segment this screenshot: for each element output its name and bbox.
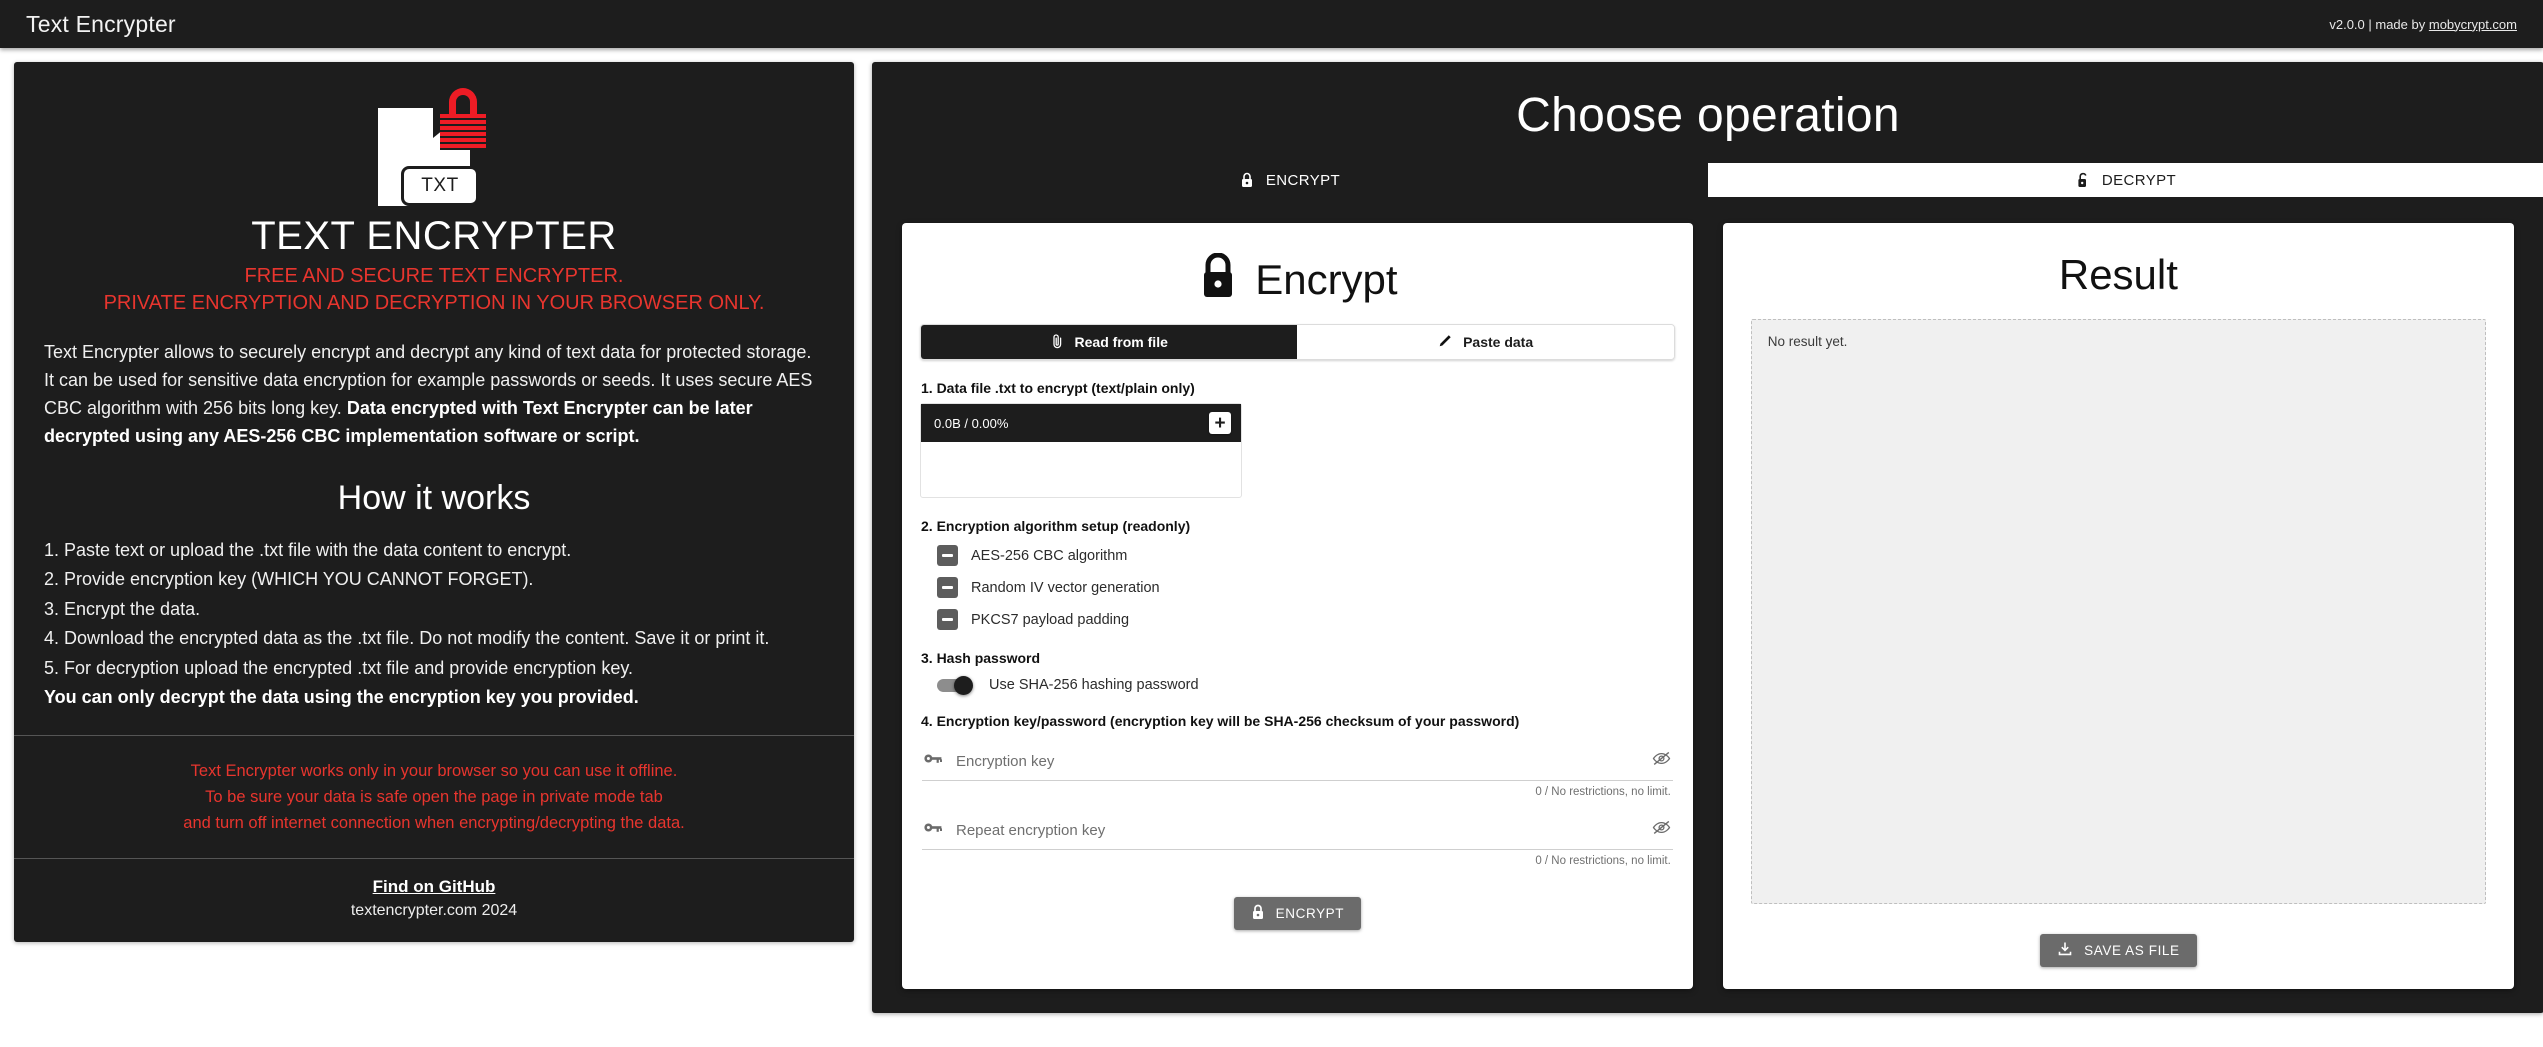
author-link[interactable]: mobycrypt.com bbox=[2429, 17, 2517, 32]
step-item: 2. Provide encryption key (WHICH YOU CAN… bbox=[44, 569, 534, 590]
operation-cards: Encrypt Read from file Paste data 1. Dat… bbox=[872, 197, 2543, 989]
txt-lock-logo-icon: TXT bbox=[378, 88, 490, 206]
encrypt-button-label: ENCRYPT bbox=[1275, 906, 1345, 921]
file-progress-text: 0.0B / 0.00% bbox=[934, 415, 1009, 431]
step3-label: 3. Hash password bbox=[921, 650, 1041, 666]
download-icon bbox=[2057, 941, 2073, 960]
choose-operation-title: Choose operation bbox=[1516, 89, 1900, 142]
encrypt-card: Encrypt Read from file Paste data 1. Dat… bbox=[902, 223, 1693, 989]
encryption-key-field[interactable]: Encryption key bbox=[922, 751, 1673, 781]
lock-icon bbox=[1251, 904, 1265, 923]
add-file-button[interactable]: + bbox=[1209, 412, 1231, 434]
step-item: 1. Paste text or upload the .txt file wi… bbox=[44, 539, 572, 560]
eye-off-icon[interactable] bbox=[1652, 820, 1671, 840]
lock-icon bbox=[1197, 252, 1239, 306]
result-card: Result No result yet. SAVE AS FILE bbox=[1722, 223, 2514, 989]
encrypt-card-header: Encrypt bbox=[920, 241, 1675, 324]
algo-option-label: Random IV vector generation bbox=[971, 579, 1160, 596]
file-drop-area[interactable] bbox=[921, 442, 1241, 497]
step1-label: 1. Data file .txt to encrypt (text/plain… bbox=[921, 380, 1195, 396]
toggle-knob bbox=[954, 675, 973, 695]
encrypt-button[interactable]: ENCRYPT bbox=[1233, 897, 1362, 930]
algo-option-row: Random IV vector generation bbox=[937, 577, 1675, 598]
data-source-tabs: Read from file Paste data bbox=[920, 324, 1675, 360]
step-item: 3. Encrypt the data. bbox=[44, 598, 201, 619]
repeat-encryption-key-field[interactable]: Repeat encryption key bbox=[922, 820, 1673, 850]
main-panel: Choose operation ENCRYPT DECRYPT Encrypt… bbox=[872, 62, 2543, 1013]
warning-line-2: To be sure your data is safe open the pa… bbox=[205, 787, 663, 806]
app-topbar: Text Encrypter v2.0.0 | made by mobycryp… bbox=[0, 0, 2543, 48]
tab-read-from-file-label: Read from file bbox=[1074, 334, 1168, 350]
app-description: Text Encrypter allows to securely encryp… bbox=[14, 317, 854, 457]
sidebar-footer: Find on GitHub textencrypter.com 2024 bbox=[14, 859, 854, 942]
file-dropzone[interactable]: 0.0B / 0.00% + bbox=[920, 403, 1242, 498]
hash-password-toggle-row[interactable]: Use SHA-256 hashing password bbox=[937, 675, 1675, 695]
version-credit: v2.0.0 | made by mobycrypt.com bbox=[2329, 17, 2517, 32]
algo-option-label: PKCS7 payload padding bbox=[971, 611, 1130, 628]
step4-label: 4. Encryption key/password (encryption k… bbox=[921, 713, 1520, 729]
encryption-key-counter: 0 / No restrictions, no limit. bbox=[1535, 786, 1671, 798]
result-empty-text: No result yet. bbox=[1767, 334, 1848, 349]
lock-icon bbox=[1240, 172, 1254, 188]
tagline-line-2: PRIVATE ENCRYPTION AND DECRYPTION IN YOU… bbox=[103, 292, 765, 314]
tab-read-from-file[interactable]: Read from file bbox=[921, 325, 1298, 359]
checkbox-indeterminate-icon bbox=[937, 545, 958, 566]
offline-warning: Text Encrypter works only in your browse… bbox=[14, 736, 854, 858]
encrypt-card-title: Encrypt bbox=[1255, 255, 1398, 303]
encrypt-button-row: ENCRYPT bbox=[920, 897, 1675, 930]
txt-badge-label: TXT bbox=[401, 166, 479, 206]
tab-decrypt-label: DECRYPT bbox=[2101, 171, 2177, 189]
unlock-icon bbox=[2076, 172, 2090, 188]
logo-container: TXT bbox=[14, 62, 854, 212]
tab-encrypt[interactable]: ENCRYPT bbox=[872, 163, 1708, 197]
key-icon bbox=[924, 752, 942, 770]
eye-off-icon[interactable] bbox=[1652, 751, 1671, 771]
tab-decrypt[interactable]: DECRYPT bbox=[1708, 163, 2543, 197]
tab-paste-data[interactable]: Paste data bbox=[1297, 325, 1674, 359]
tab-paste-data-label: Paste data bbox=[1463, 334, 1534, 350]
info-sidebar: TXT TEXT ENCRYPTER FREE AND SECURE TEXT … bbox=[14, 62, 854, 942]
save-as-file-button[interactable]: SAVE AS FILE bbox=[2040, 934, 2197, 967]
step-item: 5. For decryption upload the encrypted .… bbox=[44, 657, 633, 678]
step-item: 4. Download the encrypted data as the .t… bbox=[44, 628, 770, 649]
repeat-encryption-key-input[interactable]: Repeat encryption key bbox=[956, 822, 1638, 839]
algo-option-row: AES-256 CBC algorithm bbox=[937, 545, 1675, 566]
checkbox-indeterminate-icon bbox=[937, 577, 958, 598]
steps-warning-bold: You can only decrypt the data using the … bbox=[44, 687, 639, 708]
warning-line-3: and turn off internet connection when en… bbox=[183, 813, 685, 832]
app-title: Text Encrypter bbox=[26, 10, 176, 37]
operation-tabs: ENCRYPT DECRYPT bbox=[872, 163, 2543, 197]
step2-label: 2. Encryption algorithm setup (readonly) bbox=[921, 518, 1191, 534]
algo-option-label: AES-256 CBC algorithm bbox=[971, 547, 1128, 564]
brand-tagline: FREE AND SECURE TEXT ENCRYPTER. PRIVATE … bbox=[14, 263, 854, 317]
key-icon bbox=[924, 821, 942, 839]
algo-option-row: PKCS7 payload padding bbox=[937, 609, 1675, 630]
hash-password-toggle[interactable] bbox=[937, 675, 973, 695]
warning-line-1: Text Encrypter works only in your browse… bbox=[190, 761, 678, 780]
how-it-works-title: How it works bbox=[337, 478, 531, 517]
page-body: TXT TEXT ENCRYPTER FREE AND SECURE TEXT … bbox=[0, 48, 2543, 1047]
save-button-row: SAVE AS FILE bbox=[1751, 934, 2486, 967]
paperclip-icon bbox=[1051, 333, 1064, 352]
save-as-file-label: SAVE AS FILE bbox=[2084, 943, 2180, 958]
result-output-area[interactable]: No result yet. bbox=[1750, 319, 2486, 904]
padlock-body-icon bbox=[440, 114, 486, 150]
tagline-line-1: FREE AND SECURE TEXT ENCRYPTER. bbox=[244, 265, 624, 287]
version-text: v2.0.0 | made by bbox=[2329, 16, 2429, 32]
how-it-works-steps: 1. Paste text or upload the .txt file wi… bbox=[14, 536, 854, 735]
github-link[interactable]: Find on GitHub bbox=[373, 877, 496, 896]
pencil-icon bbox=[1438, 334, 1452, 351]
hash-password-toggle-label: Use SHA-256 hashing password bbox=[989, 677, 1199, 693]
tab-encrypt-label: ENCRYPT bbox=[1265, 171, 1341, 189]
repeat-encryption-key-counter: 0 / No restrictions, no limit. bbox=[1535, 855, 1671, 867]
encryption-key-input[interactable]: Encryption key bbox=[956, 753, 1638, 770]
checkbox-indeterminate-icon bbox=[937, 609, 958, 630]
result-card-title: Result bbox=[2058, 251, 2178, 298]
padlock-icon bbox=[438, 88, 488, 150]
brand-title: TEXT ENCRYPTER bbox=[251, 214, 617, 258]
file-progress-bar: 0.0B / 0.00% + bbox=[921, 404, 1241, 442]
copyright-text: textencrypter.com 2024 bbox=[350, 901, 518, 919]
